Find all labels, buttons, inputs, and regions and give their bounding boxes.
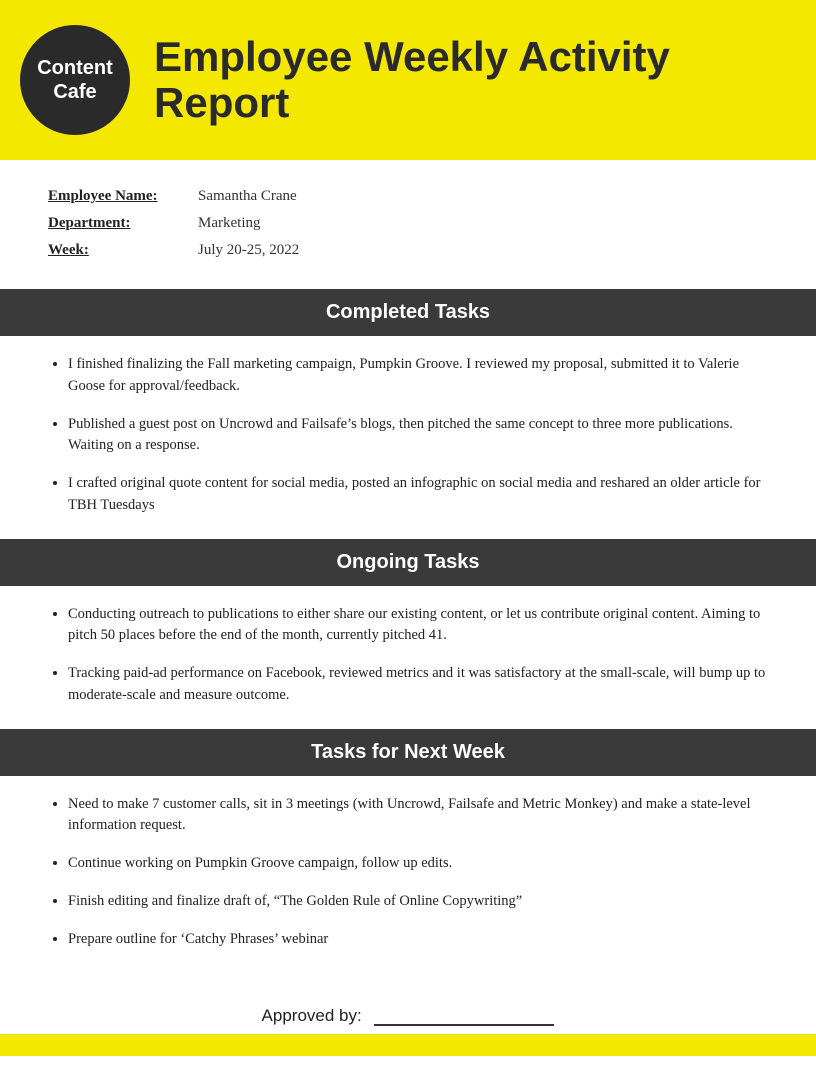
completed-task-item: Published a guest post on Uncrowd and Fa… — [68, 414, 768, 458]
logo: ContentCafe — [20, 25, 130, 135]
approved-line — [374, 1004, 554, 1026]
approved-label: Approved by: — [262, 1006, 362, 1025]
ongoing-tasks-header: Ongoing Tasks — [0, 539, 816, 586]
next-week-tasks-list: Need to make 7 customer calls, sit in 3 … — [0, 776, 816, 973]
week-row: Week: July 20-25, 2022 — [48, 242, 768, 259]
report-title: Employee Weekly Activity Report — [154, 34, 788, 126]
completed-tasks-header: Completed Tasks — [0, 289, 816, 336]
employee-label: Employee Name: — [48, 188, 198, 205]
completed-tasks-section: Completed Tasks I finished finalizing th… — [0, 289, 816, 539]
department-value: Marketing — [198, 215, 260, 232]
department-label: Department: — [48, 215, 198, 232]
next-week-task-item: Prepare outline for ‘Catchy Phrases’ web… — [68, 929, 768, 951]
info-section: Employee Name: Samantha Crane Department… — [0, 160, 816, 289]
department-row: Department: Marketing — [48, 215, 768, 232]
completed-task-item: I crafted original quote content for soc… — [68, 473, 768, 517]
next-week-tasks-header: Tasks for Next Week — [0, 729, 816, 776]
completed-task-item: I finished finalizing the Fall marketing… — [68, 354, 768, 398]
completed-tasks-list: I finished finalizing the Fall marketing… — [0, 336, 816, 539]
ongoing-tasks-list: Conducting outreach to publications to e… — [0, 586, 816, 729]
next-week-tasks-section: Tasks for Next Week Need to make 7 custo… — [0, 729, 816, 973]
employee-value: Samantha Crane — [198, 188, 297, 205]
bottom-bar — [0, 1034, 816, 1056]
next-week-task-item: Finish editing and finalize draft of, “T… — [68, 891, 768, 913]
ongoing-task-item: Tracking paid-ad performance on Facebook… — [68, 663, 768, 707]
page-header: ContentCafe Employee Weekly Activity Rep… — [0, 0, 816, 160]
week-value: July 20-25, 2022 — [198, 242, 299, 259]
ongoing-task-item: Conducting outreach to publications to e… — [68, 604, 768, 648]
logo-text: ContentCafe — [37, 56, 113, 104]
next-week-task-item: Need to make 7 customer calls, sit in 3 … — [68, 794, 768, 838]
employee-row: Employee Name: Samantha Crane — [48, 188, 768, 205]
week-label: Week: — [48, 242, 198, 259]
next-week-task-item: Continue working on Pumpkin Groove campa… — [68, 853, 768, 875]
ongoing-tasks-section: Ongoing Tasks Conducting outreach to pub… — [0, 539, 816, 729]
